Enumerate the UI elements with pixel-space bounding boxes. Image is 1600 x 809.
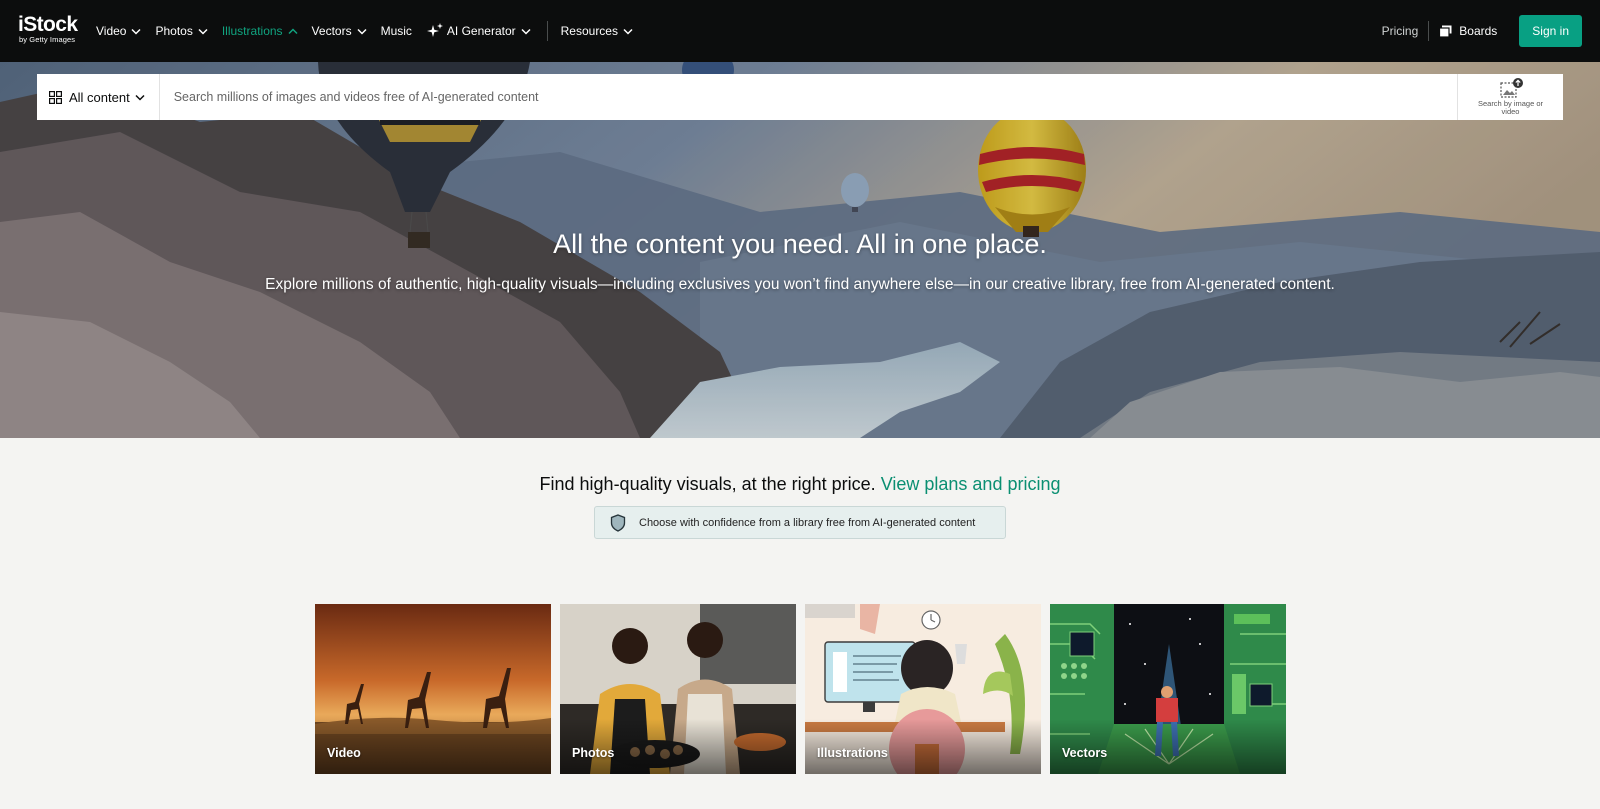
tile-vectors-label: Vectors [1062,746,1108,760]
logo-byline: by Getty Images [19,35,76,44]
nav-divider [1428,21,1430,41]
chevron-down-icon [357,28,367,35]
ai-free-notice-text: Choose with confidence from a library fr… [639,516,976,529]
hero-subtitle: Explore millions of authentic, high-qual… [265,276,1335,293]
boards-label: Boards [1459,24,1498,38]
sign-in-button[interactable]: Sign in [1519,15,1582,47]
nav-ai-generator[interactable]: AI Generator [426,22,531,40]
filter-label: All content [69,89,130,105]
nav-illustrations-label: Illustrations [221,24,283,38]
nav-vectors[interactable]: Vectors [312,24,367,38]
nav-video[interactable]: Video [96,24,142,38]
grid-icon [49,90,62,104]
top-navigation-bar: iStock by Getty Images Video Photos Illu… [0,0,1600,62]
tile-video[interactable]: Video [315,604,551,774]
image-upload-icon [1499,78,1523,98]
pricing-promo: Find high-quality visuals, at the right … [0,474,1600,495]
chevron-down-icon [623,28,633,35]
tile-photos-label: Photos [572,746,615,760]
nav-music-label: Music [380,24,412,38]
nav-resources[interactable]: Resources [561,24,633,38]
ai-free-notice: Choose with confidence from a library fr… [594,506,1006,539]
chevron-down-icon [135,94,145,101]
tile-illustrations-label: Illustrations [817,746,888,760]
nav-illustrations[interactable]: Illustrations [222,24,298,38]
shield-icon [610,513,626,532]
visual-search-button[interactable]: Search by image or video [1457,74,1563,120]
chevron-down-icon [131,28,142,35]
account-nav: Pricing Boards Sign in [1382,0,1582,62]
nav-photos-label: Photos [155,24,193,38]
content-type-filter[interactable]: All content [37,74,160,120]
tile-vectors[interactable]: Vectors [1050,604,1286,774]
main-nav: Video Photos Illustrations Vectors Music… [96,0,647,62]
pricing-link[interactable]: Pricing [1382,24,1419,38]
tile-photos[interactable]: Photos [560,604,796,774]
search-input[interactable] [159,75,1457,119]
sparkle-icon [426,23,443,37]
chevron-up-icon [288,27,298,35]
tile-illustrations[interactable]: Illustrations [805,604,1041,774]
nav-divider [546,21,548,41]
search-bar: All content Search by image or video [37,74,1563,120]
tile-video-label: Video [327,746,361,760]
nav-video-label: Video [96,24,127,38]
istock-logo[interactable]: iStock by Getty Images [18,13,82,47]
nav-ai-generator-label: AI Generator [446,24,516,38]
view-plans-link[interactable]: View plans and pricing [881,474,1061,494]
chevron-down-icon [198,28,208,35]
nav-resources-label: Resources [560,24,618,38]
pricing-promo-text: Find high-quality visuals, at the right … [539,474,876,494]
logo-wordmark: iStock [18,13,78,36]
boards-link[interactable]: Boards [1439,24,1497,38]
boards-icon [1439,25,1452,38]
nav-vectors-label: Vectors [311,24,352,38]
nav-photos[interactable]: Photos [155,24,208,38]
hero-title: All the content you need. All in one pla… [553,229,1047,259]
visual-search-label: Search by image or video [1477,99,1544,116]
chevron-down-icon [521,28,531,35]
nav-music[interactable]: Music [381,24,412,38]
